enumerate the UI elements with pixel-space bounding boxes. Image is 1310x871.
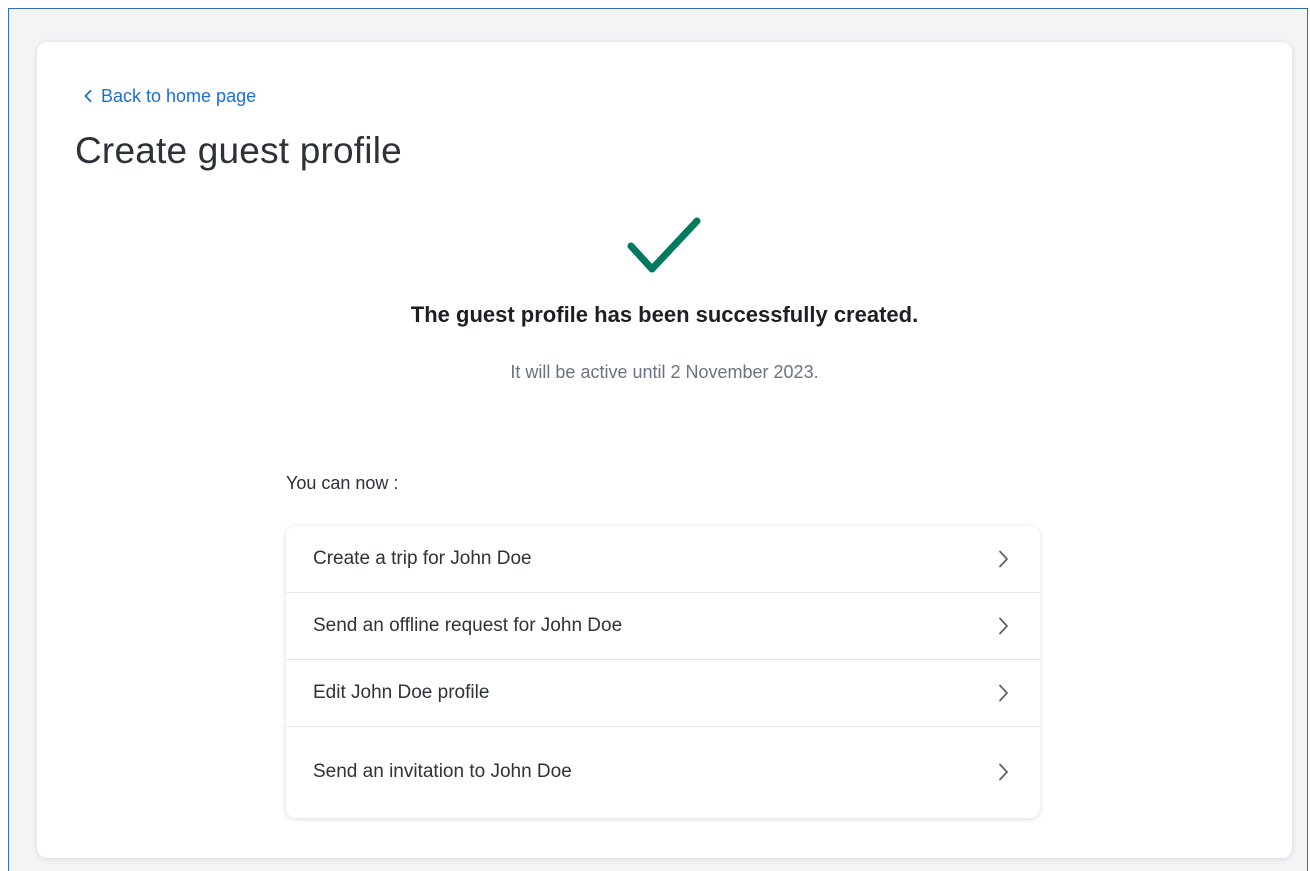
next-steps-label: You can now : bbox=[286, 473, 399, 493]
back-to-home-link[interactable]: Back to home page bbox=[81, 84, 256, 108]
chevron-right-icon bbox=[999, 763, 1008, 780]
back-link-label: Back to home page bbox=[101, 85, 257, 106]
chevron-right-icon bbox=[999, 617, 1008, 635]
action-label: Create a trip for John Doe bbox=[313, 548, 532, 569]
chevron-right-icon bbox=[999, 684, 1008, 702]
send-invitation-action[interactable]: Send an invitation to John Doe bbox=[286, 727, 1040, 816]
active-until-text: It will be active until 2 November 2023. bbox=[510, 362, 819, 382]
browser-frame: Back to home page Create guest profile T… bbox=[8, 8, 1308, 871]
edit-profile-action[interactable]: Edit John Doe profile bbox=[286, 660, 1040, 727]
next-steps-list: Create a trip for John Doe Send an offli… bbox=[286, 526, 1040, 818]
checkmark-icon bbox=[627, 217, 701, 273]
chevron-left-icon bbox=[84, 89, 92, 103]
chevron-right-icon bbox=[999, 550, 1008, 568]
send-offline-request-action[interactable]: Send an offline request for John Doe bbox=[286, 593, 1040, 660]
action-label: Edit John Doe profile bbox=[313, 682, 490, 703]
action-label: Send an offline request for John Doe bbox=[313, 615, 623, 636]
success-message: The guest profile has been successfully … bbox=[410, 302, 919, 327]
content-card: Back to home page Create guest profile T… bbox=[37, 42, 1292, 858]
page-title: Create guest profile bbox=[75, 130, 402, 171]
create-trip-action[interactable]: Create a trip for John Doe bbox=[286, 526, 1040, 593]
action-label: Send an invitation to John Doe bbox=[313, 760, 572, 782]
